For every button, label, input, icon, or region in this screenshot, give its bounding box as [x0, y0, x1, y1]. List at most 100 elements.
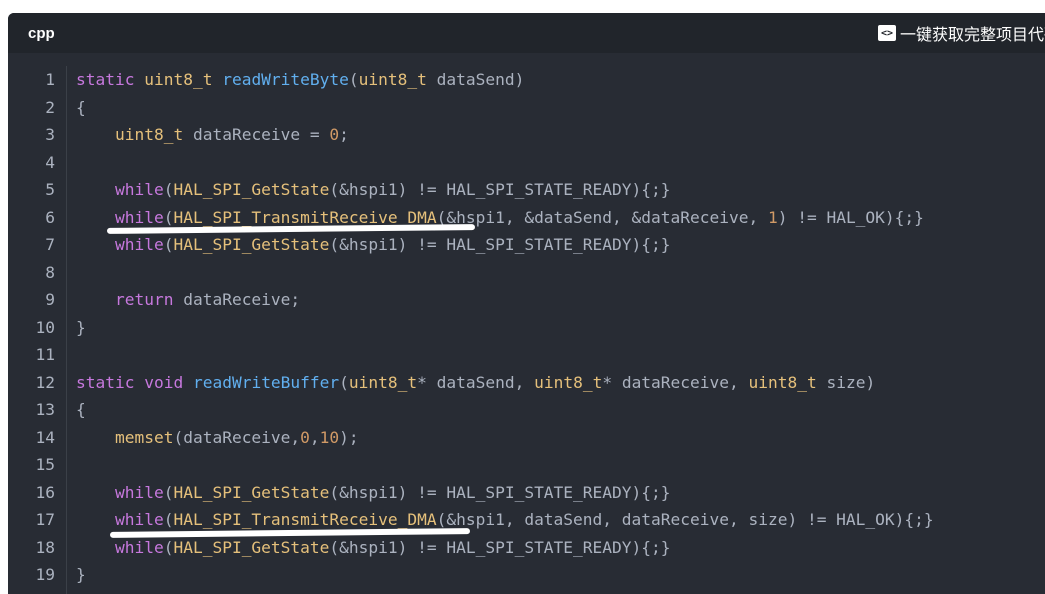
code-token: (: [163, 510, 174, 529]
code-token: while: [114, 180, 164, 199]
code-text: while(HAL_SPI_GetState(&hspi1) != HAL_SP…: [76, 534, 671, 562]
code-text: while(HAL_SPI_GetState(&hspi1) != HAL_SP…: [76, 231, 671, 259]
code-icon: <>: [878, 25, 896, 41]
code-token: * dataReceive,: [602, 372, 749, 392]
code-token: (: [163, 207, 174, 227]
code-line: 7 while(HAL_SPI_GetState(&hspi1) != HAL_…: [8, 231, 1045, 259]
code-token: }: [76, 317, 86, 337]
code-token: while: [114, 537, 164, 557]
code-token: dataSend): [426, 70, 525, 89]
code-token: uint8_t: [534, 372, 603, 392]
code-text: static uint8_t readWriteByte(uint8_t dat…: [76, 66, 524, 94]
code-text: {: [76, 94, 86, 122]
code-token: uint8_t: [348, 372, 418, 392]
code-line: 10}: [8, 314, 1045, 342]
code-line: 17 while(HAL_SPI_TransmitReceive_DMA(&hs…: [8, 506, 1045, 534]
code-token: while: [114, 510, 164, 529]
code-text: while(HAL_SPI_GetState(&hspi1) != HAL_SP…: [76, 479, 671, 507]
code-token: uint8_t: [358, 70, 427, 89]
code-line: 8: [8, 259, 1045, 287]
copy-project-button[interactable]: <> 一键获取完整项目代码: [878, 21, 1045, 45]
code-line: 13{: [8, 396, 1045, 424]
code-token: static: [76, 372, 145, 392]
code-token: 0: [329, 125, 340, 144]
copy-project-label: 一键获取完整项目代码: [900, 25, 1045, 44]
code-text: }: [76, 561, 86, 589]
code-token: uint8_t: [114, 125, 184, 144]
code-token: (: [163, 482, 174, 502]
code-token: HAL_SPI_TransmitReceive_DMA: [173, 207, 437, 227]
code-token: (&hspi1, dataSend, dataReceive, size) !=…: [436, 510, 934, 529]
language-label: cpp: [28, 24, 55, 42]
code-text: while(HAL_SPI_TransmitReceive_DMA(&hspi1…: [76, 506, 934, 534]
code-line: 2{: [8, 94, 1045, 122]
code-line: 4: [8, 149, 1045, 177]
code-token: ;: [339, 125, 349, 144]
code-text: {: [76, 396, 86, 424]
code-text: return dataReceive;: [76, 286, 300, 314]
code-line: 12 static void readWriteBuffer(uint8_t* d…: [8, 369, 1045, 397]
code-token: {: [76, 400, 86, 419]
code-token: while: [114, 207, 164, 227]
code-area[interactable]: 1 static uint8_t readWriteByte(uint8_t da…: [8, 66, 1045, 594]
code-token: memset: [114, 427, 174, 447]
code-line: 1 static uint8_t readWriteByte(uint8_t da…: [8, 66, 1045, 94]
code-token: (&hspi1) != HAL_SPI_STATE_READY){;}: [329, 180, 671, 199]
code-line: 3 uint8_t dataReceive = 0;: [8, 121, 1045, 149]
code-token: uint8_t: [144, 70, 223, 89]
code-token: * dataSend,: [417, 372, 535, 392]
code-text: memset(dataReceive,0,10);: [76, 424, 359, 452]
code-token: HAL_SPI_GetState: [173, 537, 330, 557]
code-token: (&hspi1) != HAL_SPI_STATE_READY){;}: [329, 537, 671, 557]
code-token: (&hspi1) != HAL_SPI_STATE_READY){;}: [329, 235, 671, 254]
code-token: (: [348, 70, 359, 89]
code-block-header: cpp <> 一键获取完整项目代码: [8, 13, 1045, 53]
code-token: (&hspi1, &dataSend, &dataReceive,: [436, 207, 768, 227]
code-token: ) != HAL_OK){;}: [777, 207, 924, 227]
code-token: }: [76, 565, 86, 584]
code-token: (dataReceive,: [173, 427, 301, 447]
code-line: 18 while(HAL_SPI_GetState(&hspi1) != HAL…: [8, 534, 1045, 562]
code-token: readWriteByte: [222, 70, 349, 89]
code-line: 14 memset(dataReceive,0,10);: [8, 424, 1045, 452]
code-token: (: [163, 537, 174, 557]
code-line: 5 while(HAL_SPI_GetState(&hspi1) != HAL_…: [8, 176, 1045, 204]
code-token: ,: [309, 427, 320, 447]
gutter-divider: [66, 66, 67, 594]
code-line: 15: [8, 451, 1045, 479]
code-token: {: [76, 97, 86, 117]
code-text: static void readWriteBuffer(uint8_t* dat…: [76, 369, 875, 397]
code-token: void: [144, 372, 193, 392]
code-text: }: [76, 314, 86, 342]
code-text: while(HAL_SPI_GetState(&hspi1) != HAL_SP…: [76, 176, 671, 204]
code-line: 11: [8, 341, 1045, 369]
code-token: (: [339, 372, 349, 392]
code-token: HAL_SPI_GetState: [173, 482, 330, 502]
code-token: size): [816, 372, 876, 392]
code-token: (: [163, 235, 174, 254]
code-token: readWriteBuffer: [192, 372, 340, 392]
code-token: while: [114, 482, 164, 502]
code-token: uint8_t: [748, 372, 817, 392]
code-token: HAL_SPI_GetState: [173, 180, 330, 199]
code-block: cpp <> 一键获取完整项目代码 1 static uint8_t readWr…: [8, 13, 1045, 594]
code-token: );: [339, 427, 359, 447]
code-token: HAL_SPI_GetState: [173, 235, 330, 254]
code-token: static: [76, 70, 145, 89]
code-token: while: [114, 235, 164, 254]
code-token: (&hspi1) != HAL_SPI_STATE_READY){;}: [329, 482, 671, 502]
code-token: 1: [767, 207, 778, 227]
code-token: 10: [319, 427, 340, 447]
code-line: 9 return dataReceive;: [8, 286, 1045, 314]
code-token: dataReceive =: [183, 125, 330, 144]
code-token: HAL_SPI_TransmitReceive_DMA: [173, 510, 437, 529]
code-token: (: [163, 180, 174, 199]
